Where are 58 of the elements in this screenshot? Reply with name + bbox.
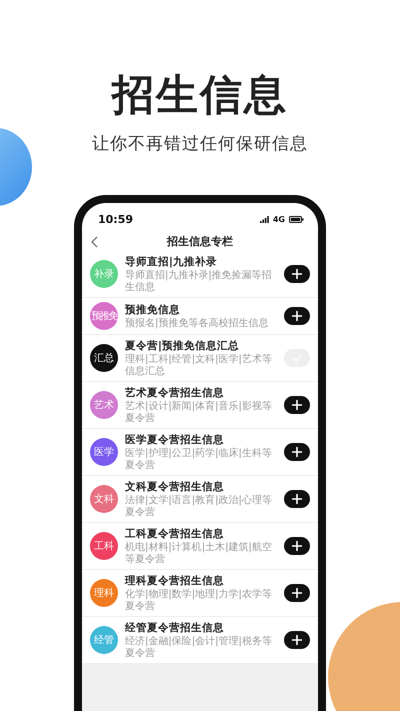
category-badge: 预推免: [90, 302, 118, 330]
plus-icon: [292, 269, 302, 280]
list-row[interactable]: 理科 理科夏令营招生信息 化学|物理|数学|地理|力学|农学等夏令营: [82, 570, 318, 618]
list-row[interactable]: 工科 工科夏令营招生信息 机电|材料|计算机|土木|建筑|航空等夏令营: [82, 523, 318, 570]
add-button[interactable]: [284, 537, 310, 556]
item-title: 工科夏令营招生信息: [125, 527, 225, 542]
category-badge: 医学: [90, 438, 118, 466]
plus-icon: [292, 541, 302, 552]
status-time: 10:59: [98, 213, 134, 226]
item-title: 导师直招|九推补录: [125, 255, 218, 270]
list-row[interactable]: 医学 医学夏令营招生信息 医学|护理|公卫|药学|临床|生科等夏令营: [82, 429, 318, 476]
add-button[interactable]: [284, 265, 310, 284]
add-button[interactable]: [284, 631, 310, 650]
category-badge: 补录: [90, 260, 118, 288]
item-title: 夏令营|预推免信息汇总: [125, 339, 240, 354]
add-button[interactable]: [284, 584, 310, 602]
item-subtitle: 医学|护理|公卫|药学|临床|生科等夏令营: [125, 448, 273, 472]
category-badge: 工科: [90, 532, 118, 560]
item-subtitle: 经济|金融|保险|会计|管理|税务等夏令营: [125, 636, 273, 660]
item-subtitle: 艺术|设计|新闻|体育|音乐|影视等夏令营: [125, 401, 273, 424]
signal-icon: [260, 216, 269, 224]
item-title: 理科夏令营招生信息: [125, 574, 225, 588]
item-title: 经管夏令营招生信息: [125, 621, 225, 636]
item-subtitle: 理科|工科|经管|文科|医学|艺术等信息汇总: [125, 354, 273, 378]
tagline: 让你不再错过任何保研信息: [92, 133, 308, 156]
add-button[interactable]: [284, 307, 310, 326]
category-badge: 汇总: [90, 344, 118, 372]
item-subtitle: 导师直招|九推补录|推免捡漏等招生信息: [125, 270, 273, 294]
item-title: 艺术夏令营招生信息: [125, 386, 225, 400]
category-badge: 艺术: [90, 391, 118, 420]
category-badge: 经管: [90, 626, 118, 654]
plus-icon: [292, 588, 302, 598]
item-subtitle: 法律|文学|语言|教育|政治|心理等夏令营: [125, 495, 273, 518]
page-title: 招生信息专栏: [166, 234, 234, 250]
item-title: 预推免信息: [125, 303, 181, 318]
headline: 招生信息: [112, 70, 288, 120]
plus-icon: [292, 400, 302, 410]
category-badge: 文科: [90, 485, 118, 514]
list-row[interactable]: 汇总 夏令营|预推免信息汇总 理科|工科|经管|文科|医学|艺术等信息汇总: [82, 335, 318, 382]
item-subtitle: 化学|物理|数学|地理|力学|农学等夏令营: [125, 589, 273, 612]
network-label: 4G: [272, 215, 285, 224]
category-badge: 理科: [90, 579, 118, 608]
add-button[interactable]: [284, 443, 310, 462]
plus-icon: [292, 494, 302, 504]
plus-icon: [292, 311, 302, 322]
battery-icon: [289, 216, 304, 224]
plus-icon: [292, 447, 302, 458]
item-subtitle: 预报名|预推免等各高校招生信息: [125, 318, 270, 330]
item-title: 医学夏令营招生信息: [125, 433, 225, 448]
add-button[interactable]: [284, 490, 310, 508]
list-row[interactable]: 艺术 艺术夏令营招生信息 艺术|设计|新闻|体育|音乐|影视等夏令营: [82, 382, 318, 430]
back-icon[interactable]: [90, 236, 100, 248]
list-row[interactable]: 补录 导师直招|九推补录 导师直招|九推补录|推免捡漏等招生信息: [82, 251, 318, 298]
item-title: 文科夏令营招生信息: [125, 480, 225, 494]
list-row[interactable]: 文科 文科夏令营招生信息 法律|文学|语言|教育|政治|心理等夏令营: [82, 476, 318, 524]
plus-icon: [292, 635, 302, 646]
item-subtitle: 机电|材料|计算机|土木|建筑|航空等夏令营: [125, 542, 273, 566]
add-button[interactable]: [284, 396, 310, 414]
